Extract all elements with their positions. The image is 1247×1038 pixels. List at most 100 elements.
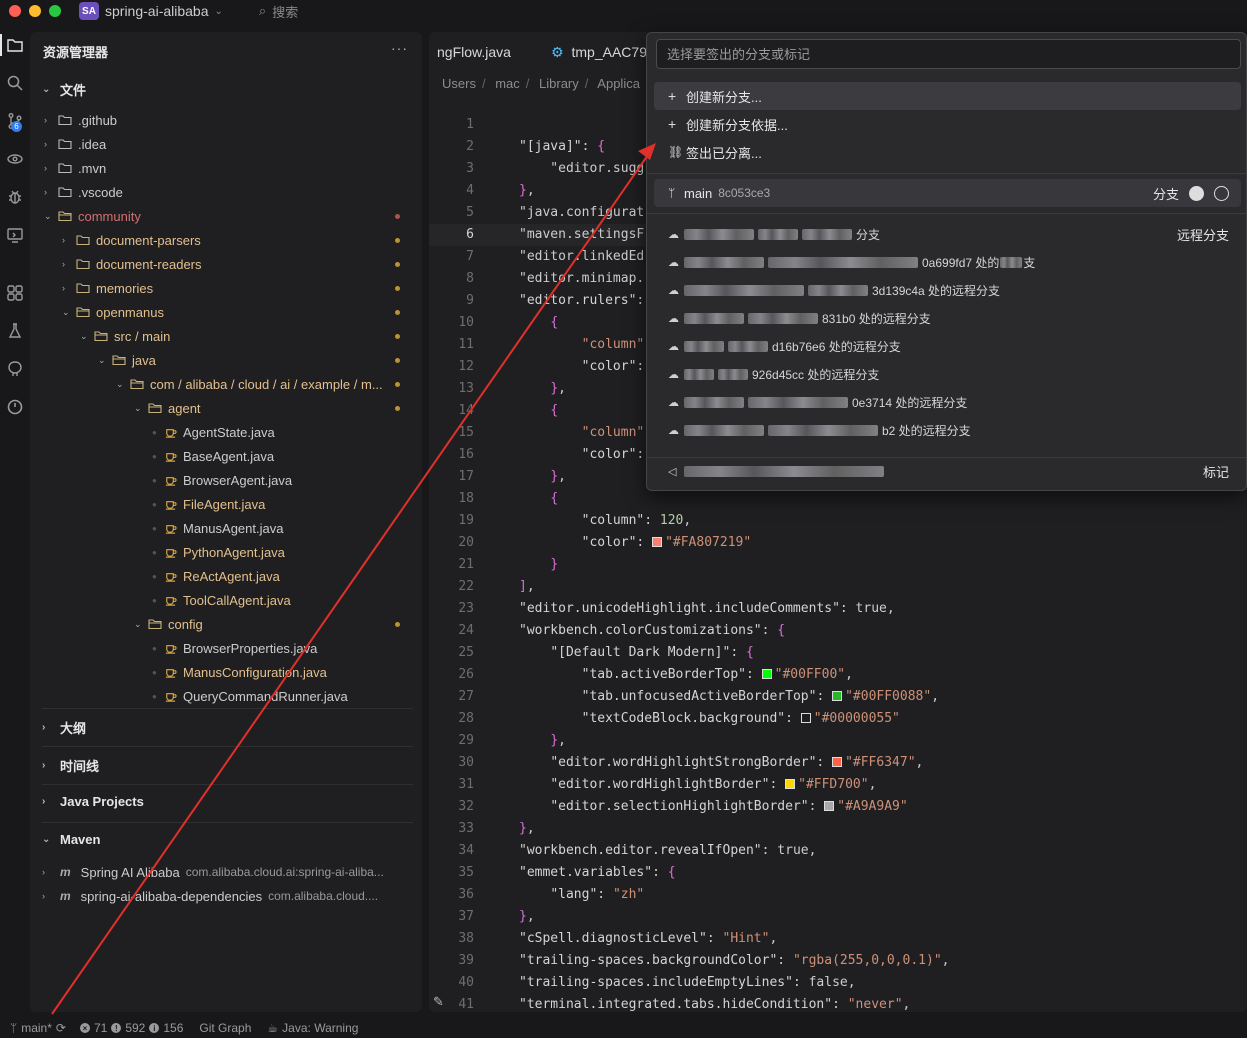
code-line[interactable]: 32 "editor.selectionHighlightBorder": "#… (429, 796, 1247, 818)
code-line[interactable]: 33}, (429, 818, 1247, 840)
branch-search-input[interactable] (656, 39, 1241, 69)
remote-branch-item[interactable]: ☁ 0e3714 处的远程分支 (654, 388, 1241, 416)
ai-assistant-icon[interactable] (0, 354, 30, 384)
tree-folder-row[interactable]: ⌄ config (134, 612, 203, 636)
code-line[interactable]: 18 { (429, 488, 1247, 510)
close-window-button[interactable] (9, 5, 21, 17)
remote-branch-item[interactable]: ☁ d16b76e6 处的远程分支 (654, 332, 1241, 360)
create-branch-item[interactable]: + 创建新分支... (654, 82, 1241, 110)
code-line[interactable]: 21 } (429, 554, 1247, 576)
tree-file-row[interactable]: ● ReActAgent.java (152, 564, 280, 588)
remote-branch-item[interactable]: ☁ 分支 远程分支 (654, 220, 1241, 248)
tree-file-row[interactable]: ● ManusConfiguration.java (152, 660, 327, 684)
outline-section-header[interactable]: › 大纲 (42, 718, 86, 737)
tree-file-row[interactable]: ● BrowserAgent.java (152, 468, 292, 492)
tree-folder-row[interactable]: ⌄ agent (134, 396, 201, 420)
tree-file-row[interactable]: ● PythonAgent.java (152, 540, 285, 564)
tag-item[interactable]: ◁ 标记 (654, 457, 1241, 485)
branch-item-main[interactable]: ᛘ main 8c053ce3 分支 (654, 179, 1241, 207)
timeline-section-header[interactable]: › 时间线 (42, 756, 99, 775)
status-branch[interactable]: ᛘ main* ⟳ (10, 1021, 66, 1035)
maximize-window-button[interactable] (49, 5, 61, 17)
code-line[interactable]: 41 "terminal.integrated.tabs.hideConditio… (429, 994, 1247, 1012)
code-line[interactable]: 36 "lang": "zh" (429, 884, 1247, 906)
breadcrumb-item[interactable]: mac (495, 76, 520, 91)
tree-folder-row[interactable]: ⌄ com / alibaba / cloud / ai / example / … (116, 372, 383, 396)
chevron-down-icon[interactable]: ⌄ (215, 6, 223, 17)
tree-folder-row[interactable]: › .idea (44, 132, 106, 156)
java-projects-section-header[interactable]: › Java Projects (42, 794, 144, 809)
tree-folder-row[interactable]: › .vscode (44, 180, 123, 204)
checkout-detached-item[interactable]: ⛓ 签出已分离... (654, 138, 1241, 166)
extensions-icon[interactable] (0, 278, 30, 308)
tree-folder-row[interactable]: › .mvn (44, 156, 106, 180)
status-problems[interactable]: × 71 ! 592 i 156 (79, 1021, 183, 1035)
remote-branch-item[interactable]: ☁ 926d45cc 处的远程分支 (654, 360, 1241, 388)
run-debug-icon[interactable] (0, 144, 30, 174)
code-line[interactable]: 30 "editor.wordHighlightStrongBorder": "… (429, 752, 1247, 774)
code-line[interactable]: 35 "emmet.variables": { (429, 862, 1247, 884)
tree-file-row[interactable]: ● BaseAgent.java (152, 444, 274, 468)
maven-project-row[interactable]: › m Spring AI Alibaba com.alibaba.cloud.… (42, 860, 384, 884)
code-line[interactable]: 40 "trailing-spaces.includeEmptyLines": f… (429, 972, 1247, 994)
tab-ngflow[interactable]: ngFlow.java (429, 44, 519, 60)
tree-file-row[interactable]: ● ToolCallAgent.java (152, 588, 291, 612)
command-center-search[interactable]: 搜索 (272, 2, 298, 21)
status-git-graph[interactable]: Git Graph (199, 1021, 251, 1035)
tree-folder-row[interactable]: ⌄ src / main (80, 324, 170, 348)
remote-branch-item[interactable]: ☁ 0a699fd7 处的 支 (654, 248, 1241, 276)
code-line[interactable]: 37}, (429, 906, 1247, 928)
code-line[interactable]: 29 }, (429, 730, 1247, 752)
code-line[interactable]: 19 "column": 120, (429, 510, 1247, 532)
tree-file-row[interactable]: ● BrowserProperties.java (152, 636, 317, 660)
create-branch-from-item[interactable]: + 创建新分支依据... (654, 110, 1241, 138)
testing-flask-icon[interactable] (0, 316, 30, 346)
tree-file-row[interactable]: ● FileAgent.java (152, 492, 265, 516)
remote-explorer-icon[interactable] (0, 220, 30, 250)
breadcrumb-item[interactable]: Applica (597, 76, 640, 91)
sync-icon[interactable]: ⟳ (56, 1021, 66, 1035)
code-line[interactable]: 27 "tab.unfocusedActiveBorderTop": "#00F… (429, 686, 1247, 708)
code-line[interactable]: 26 "tab.activeBorderTop": "#00FF00", (429, 664, 1247, 686)
code-line[interactable]: 23 "editor.unicodeHighlight.includeCommen… (429, 598, 1247, 620)
tree-folder-row[interactable]: › document-parsers (62, 228, 201, 252)
code-line[interactable]: 39 "trailing-spaces.backgroundColor": "rg… (429, 950, 1247, 972)
tree-folder-row[interactable]: › memories (62, 276, 153, 300)
tree-file-row[interactable]: ● QueryCommandRunner.java (152, 684, 348, 708)
remote-branch-item[interactable]: ☁ b2 处的远程分支 (654, 416, 1241, 444)
tree-file-row[interactable]: ● AgentState.java (152, 420, 275, 444)
maven-project-row[interactable]: › m spring-ai-alibaba-dependencies com.a… (42, 884, 378, 908)
code-line[interactable]: 38 "cSpell.diagnosticLevel": "Hint", (429, 928, 1247, 950)
code-line[interactable]: 31 "editor.wordHighlightBorder": "#FFD70… (429, 774, 1247, 796)
remote-branch-item[interactable]: ☁ 831b0 处的远程分支 (654, 304, 1241, 332)
files-section-header[interactable]: ⌄ 文件 (42, 80, 86, 99)
bug-icon[interactable] (0, 182, 30, 212)
source-control-icon[interactable]: 6 (0, 106, 30, 136)
tree-folder-row[interactable]: › document-readers (62, 252, 202, 276)
minimize-window-button[interactable] (29, 5, 41, 17)
tree-file-row[interactable]: ● ManusAgent.java (152, 516, 283, 540)
code-line[interactable]: 20 "color": "#FA807219" (429, 532, 1247, 554)
explorer-icon[interactable] (0, 30, 30, 60)
code-line[interactable]: 28 "textCodeBlock.background": "#0000005… (429, 708, 1247, 730)
breadcrumb-item[interactable]: Library (539, 76, 579, 91)
project-badge[interactable]: SA (79, 2, 99, 20)
tree-folder-row[interactable]: › .github (44, 108, 117, 132)
power-icon[interactable] (0, 392, 30, 422)
code-line[interactable]: 22], (429, 576, 1247, 598)
search-icon[interactable] (0, 68, 30, 98)
tab-tmp[interactable]: ⚙ tmp_AAC79 (543, 44, 655, 61)
project-name[interactable]: spring-ai-alibaba (105, 3, 209, 19)
remote-branch-item[interactable]: ☁ 3d139c4a 处的远程分支 (654, 276, 1241, 304)
code-line[interactable]: 25 "[Default Dark Modern]": { (429, 642, 1247, 664)
code-line[interactable]: 24 "workbench.colorCustomizations": { (429, 620, 1247, 642)
tree-folder-row[interactable]: ⌄ java (98, 348, 156, 372)
more-actions-icon[interactable]: ··· (391, 40, 408, 56)
breadcrumb-item[interactable]: Users (442, 76, 476, 91)
status-java[interactable]: ☕ Java: Warning (267, 1021, 358, 1035)
search-icon[interactable]: ⌕ (259, 3, 266, 19)
code-line[interactable]: 34 "workbench.editor.revealIfOpen": true, (429, 840, 1247, 862)
tree-folder-row[interactable]: ⌄ community (44, 204, 141, 228)
maven-section-header[interactable]: ⌄ Maven (42, 832, 100, 847)
globe-icon[interactable] (1214, 185, 1229, 201)
